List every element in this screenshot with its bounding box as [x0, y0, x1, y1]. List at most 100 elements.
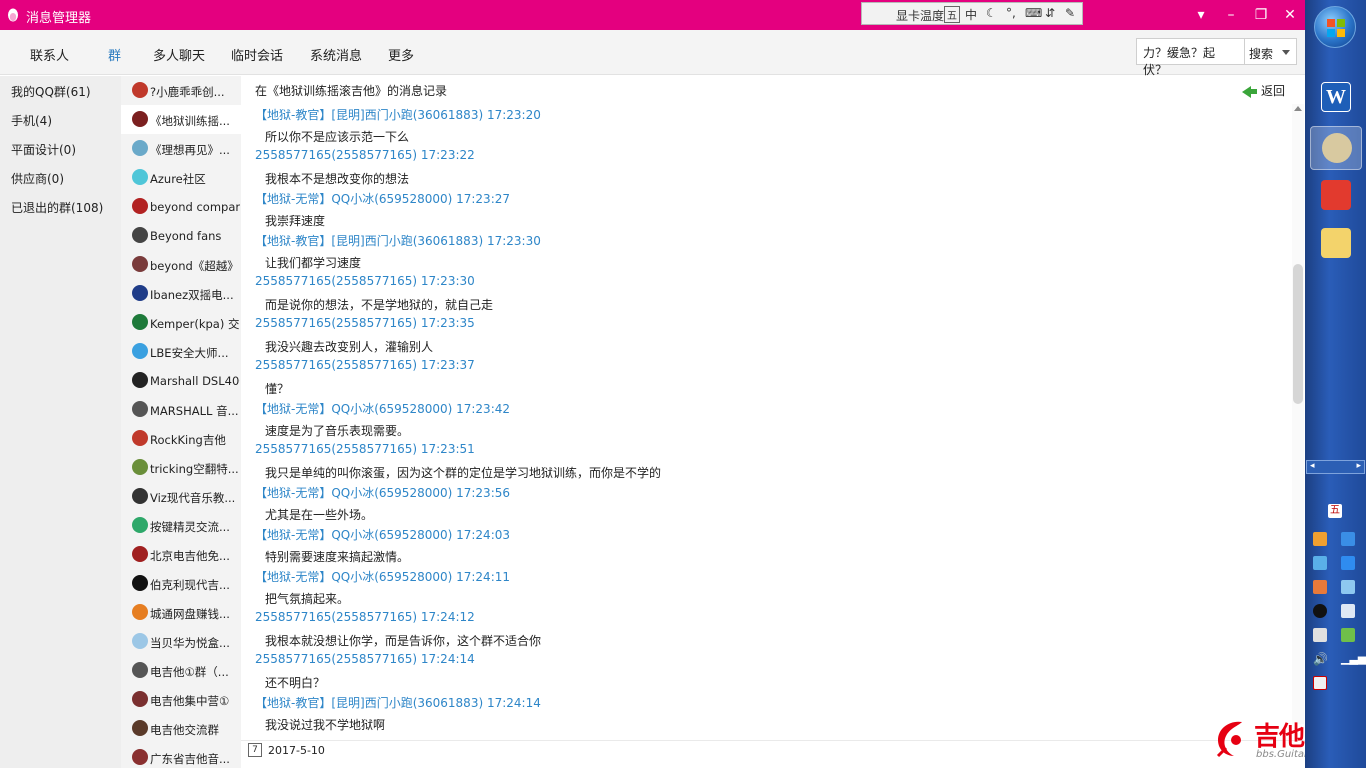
date-text[interactable]: 2017-5-10	[268, 744, 325, 757]
group-item[interactable]: 电吉他交流群	[121, 714, 241, 743]
group-item[interactable]: 当贝华为悦盒...	[121, 627, 241, 656]
tray-right-icon[interactable]: ▸	[1356, 461, 1361, 471]
taskbar-app-red[interactable]	[1310, 174, 1362, 218]
ime-keyboard-icon[interactable]: ⌨	[1025, 6, 1042, 20]
group-name: 北京电吉他免...	[150, 549, 230, 563]
tray-document-icon[interactable]	[1341, 604, 1355, 618]
group-item[interactable]: beyond《超越》	[121, 250, 241, 279]
scroll-thumb[interactable]	[1293, 264, 1303, 404]
tray-volume-icon[interactable]: 🔊	[1313, 652, 1328, 666]
message-sender[interactable]: 2558577165(2558577165) 17:23:30	[255, 272, 1285, 293]
group-item[interactable]: Beyond fans	[121, 221, 241, 250]
tray-feather-icon[interactable]	[1341, 556, 1355, 570]
tray-disabled-icon[interactable]	[1313, 676, 1327, 690]
category-item[interactable]: 我的QQ群(61)	[0, 76, 121, 105]
group-item[interactable]: Marshall DSL40C	[121, 366, 241, 395]
group-item[interactable]: 电吉他①群（...	[121, 656, 241, 685]
ime-wubi-icon[interactable]: 五	[944, 6, 960, 23]
restore-icon[interactable]: ❐	[1250, 5, 1272, 25]
message-sender[interactable]: 【地狱-无常】QQ小冰(659528000) 17:23:56	[255, 482, 1285, 503]
group-item[interactable]: ?小鹿乖乖创...	[121, 76, 241, 105]
message-sender[interactable]: 2558577165(2558577165) 17:24:14	[255, 650, 1285, 671]
back-button[interactable]: 返回	[1241, 82, 1285, 99]
minimize-icon[interactable]: –	[1220, 5, 1242, 25]
group-item[interactable]: 北京电吉他免...	[121, 540, 241, 569]
group-avatar-icon	[132, 256, 148, 272]
tab-contacts[interactable]: 联系人	[30, 45, 69, 64]
tab-more[interactable]: 更多	[388, 45, 414, 64]
group-item[interactable]: Azure社区	[121, 163, 241, 192]
group-item[interactable]: Viz现代音乐教...	[121, 482, 241, 511]
category-item[interactable]: 已退出的群(108)	[0, 192, 121, 221]
taskbar-explorer[interactable]	[1310, 222, 1362, 266]
tab-system-messages[interactable]: 系统消息	[310, 45, 362, 64]
search-dropdown-icon[interactable]	[1282, 50, 1290, 55]
taskbar-qq[interactable]	[1310, 126, 1362, 170]
category-item[interactable]: 平面设计(0)	[0, 134, 121, 163]
group-item[interactable]: 《理想再见》...	[121, 134, 241, 163]
group-item[interactable]: tricking空翻特...	[121, 453, 241, 482]
tray-app-icon[interactable]	[1313, 532, 1327, 546]
tab-groups[interactable]: 群	[108, 45, 121, 64]
group-item[interactable]: 伯克利现代吉...	[121, 569, 241, 598]
ime-moon-icon[interactable]: ☾	[986, 6, 997, 20]
tray-qq-icon[interactable]	[1313, 604, 1327, 618]
category-item[interactable]: 供应商(0)	[0, 163, 121, 192]
search-button[interactable]: 搜索	[1245, 38, 1297, 65]
tray-bluetooth-icon[interactable]	[1341, 580, 1355, 594]
message-sender[interactable]: 2558577165(2558577165) 17:23:35	[255, 314, 1285, 335]
message-sender[interactable]: 【地狱-教官】[昆明]西门小跑(36061883) 17:23:20	[255, 104, 1285, 125]
message-sender[interactable]: 2558577165(2558577165) 17:23:51	[255, 440, 1285, 461]
group-item[interactable]: beyond compare	[121, 192, 241, 221]
group-item[interactable]: RockKing吉他	[121, 424, 241, 453]
message-sender[interactable]: 【地狱-无常】QQ小冰(659528000) 17:24:03	[255, 524, 1285, 545]
calendar-icon[interactable]: 7	[248, 743, 262, 757]
group-item[interactable]: 《地狱训练摇...	[121, 105, 241, 134]
message-sender[interactable]: 2558577165(2558577165) 17:23:37	[255, 356, 1285, 377]
group-item[interactable]: 电吉他集中营①	[121, 685, 241, 714]
ime-mode-toggle[interactable]: 中	[965, 6, 977, 23]
group-item[interactable]: 广东省吉他音...	[121, 743, 241, 768]
ime-wrench-icon[interactable]: ✎	[1065, 6, 1075, 20]
message-sender[interactable]: 2558577165(2558577165) 17:23:22	[255, 146, 1285, 167]
cat-app-icon	[1321, 180, 1351, 210]
close-icon[interactable]: ✕	[1279, 5, 1301, 25]
group-avatar-icon	[132, 198, 148, 214]
tray-left-icon[interactable]: ◂	[1310, 461, 1315, 471]
tray-scroll-arrows[interactable]: ◂ ▸	[1306, 460, 1365, 474]
group-item[interactable]: Ibanez双摇电...	[121, 279, 241, 308]
message-sender[interactable]: 【地狱-无常】QQ小冰(659528000) 17:24:11	[255, 566, 1285, 587]
tray-signal-icon[interactable]: ▁▃▅	[1341, 652, 1366, 666]
category-item[interactable]: 手机(4)	[0, 105, 121, 134]
search-input[interactable]: 力？缓急？起伏？	[1136, 38, 1245, 77]
start-button[interactable]	[1314, 6, 1356, 48]
group-name: 电吉他集中营①	[150, 694, 230, 708]
taskbar-word[interactable]: W	[1310, 76, 1362, 120]
dropdown-menu-icon[interactable]: ▾	[1190, 5, 1212, 25]
group-item[interactable]: 城通网盘赚钱...	[121, 598, 241, 627]
tray-ime-icon[interactable]: 五	[1328, 504, 1342, 518]
group-item[interactable]: Kemper(kpa) 交流	[121, 308, 241, 337]
scroll-up-icon[interactable]	[1294, 106, 1302, 111]
tray-shield-icon[interactable]	[1341, 532, 1355, 546]
window-title: 消息管理器	[26, 11, 92, 26]
message-sender[interactable]: 2558577165(2558577165) 17:24:12	[255, 608, 1285, 629]
message-sender[interactable]: 【地狱-教官】[昆明]西门小跑(36061883) 17:23:30	[255, 230, 1285, 251]
ime-switch-icon[interactable]: ⇵	[1045, 6, 1055, 20]
message-sender[interactable]: 【地狱-无常】QQ小冰(659528000) 17:23:27	[255, 188, 1285, 209]
message-sender[interactable]: 【地狱-教官】[昆明]西门小跑(36061883) 17:24:14	[255, 692, 1285, 713]
ime-toolbar[interactable]: 显卡温度 五 中 ☾ °, ⌨ ⇵ ✎	[861, 2, 1083, 25]
tray-network-app-icon[interactable]	[1313, 556, 1327, 570]
tray-clipboard-icon[interactable]	[1313, 628, 1327, 642]
tab-multi-chat[interactable]: 多人聊天	[153, 45, 205, 64]
chat-scrollbar[interactable]	[1292, 104, 1304, 724]
message-sender[interactable]: 【地狱-无常】QQ小冰(659528000) 17:23:42	[255, 398, 1285, 419]
group-item[interactable]: MARSHALL 音...	[121, 395, 241, 424]
tray-cat-icon[interactable]	[1313, 580, 1327, 594]
tray-safe-remove-icon[interactable]	[1341, 628, 1355, 642]
ime-punct-icon[interactable]: °,	[1006, 6, 1016, 20]
group-item[interactable]: 按键精灵交流...	[121, 511, 241, 540]
tab-temp-session[interactable]: 临时会话	[231, 45, 283, 64]
group-item[interactable]: LBE安全大师...	[121, 337, 241, 366]
back-arrow-icon	[1241, 85, 1251, 98]
